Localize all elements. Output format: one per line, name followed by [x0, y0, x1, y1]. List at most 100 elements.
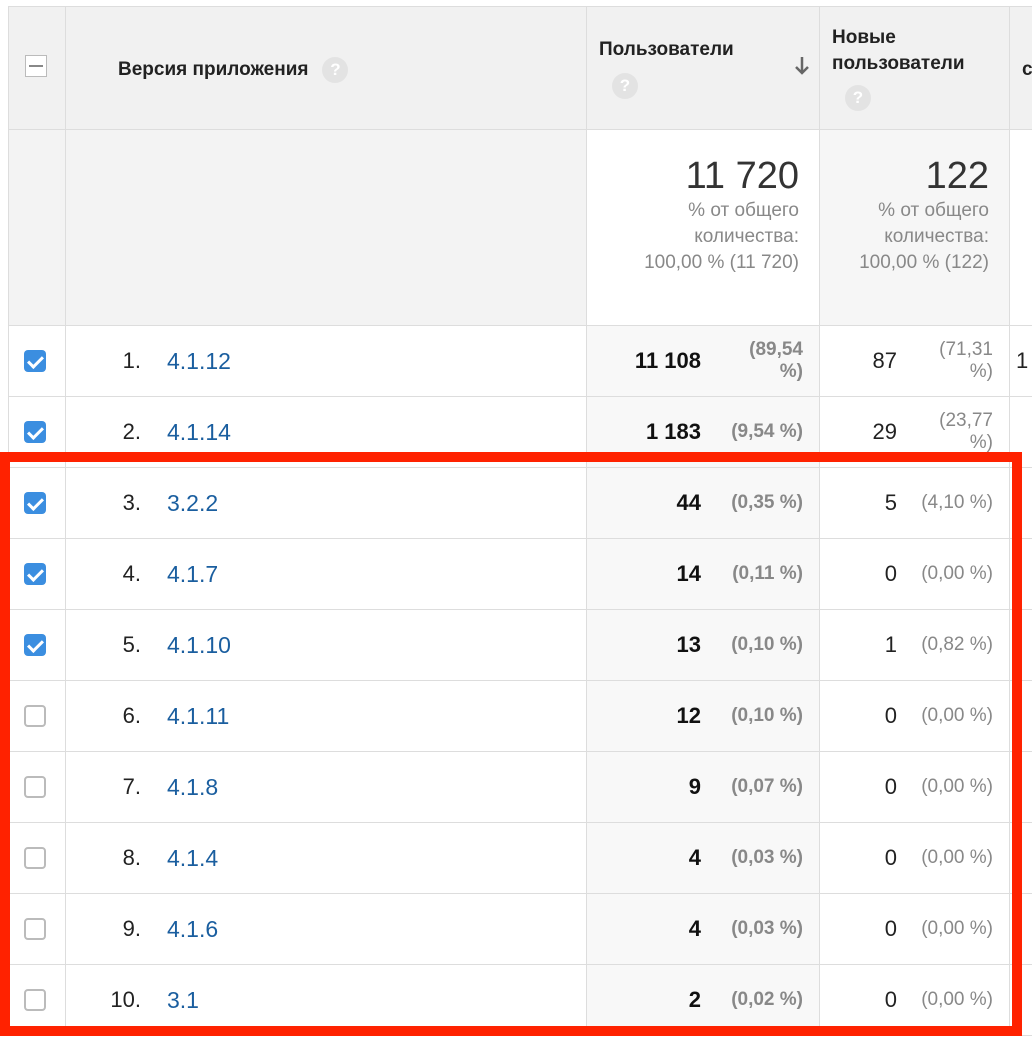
help-icon[interactable] [845, 85, 871, 111]
app-version-link[interactable]: 4.1.7 [167, 561, 218, 588]
row-checkbox[interactable] [24, 989, 46, 1011]
row-checkbox[interactable] [24, 847, 46, 869]
row-rank: 10. [110, 987, 141, 1012]
table-row: 2. 4.1.14 1 183 (9,54 %) 29 (23,77 %) [8, 397, 1032, 468]
new-users-value: 0 [884, 561, 897, 586]
users-percent: (0,07 %) [731, 776, 803, 797]
new-users-percent: (0,00 %) [921, 989, 993, 1010]
totals-row: 11 720 % от общего количества: 100,00 % … [8, 130, 1032, 326]
help-icon[interactable] [612, 73, 638, 99]
users-header[interactable]: Пользователи [587, 7, 820, 129]
table-row: 8. 4.1.4 4 (0,03 %) 0 (0,00 %) [8, 823, 1032, 894]
users-percent: (89,54 %) [749, 339, 803, 382]
new-users-percent: (71,31 %) [939, 339, 993, 382]
row-rank: 5. [122, 632, 141, 657]
users-percent: (0,10 %) [731, 705, 803, 726]
users-value: 2 [688, 987, 701, 1012]
new-users-header-label-1: Новые [832, 27, 896, 48]
new-users-value: 0 [884, 845, 897, 870]
report-table: Версия приложения Пользователи Новые пол… [8, 6, 1032, 1036]
table-row: 3. 3.2.2 44 (0,35 %) 5 (4,10 %) [8, 468, 1032, 539]
new-users-value: 0 [884, 916, 897, 941]
app-version-link[interactable]: 4.1.8 [167, 774, 218, 801]
minus-icon [29, 65, 43, 67]
users-value: 12 [676, 703, 701, 728]
row-checkbox[interactable] [24, 705, 46, 727]
arrow-down-icon[interactable] [793, 55, 811, 77]
new-users-percent: (0,00 %) [921, 918, 993, 939]
users-percent: (0,02 %) [731, 989, 803, 1010]
table-body: 1. 4.1.12 11 108 (89,54 %) 87 (71,31 %) 1 2. 4.1… [8, 326, 1032, 1036]
dimension-header[interactable]: Версия приложения [66, 7, 587, 129]
dimension-header-label: Версия приложения [118, 59, 309, 80]
app-version-link[interactable]: 3.1 [167, 987, 199, 1014]
table-header: Версия приложения Пользователи Новые пол… [8, 7, 1032, 130]
cut-off-header: с [1010, 7, 1032, 129]
new-users-percent: (0,00 %) [921, 776, 993, 797]
new-users-total-sub: 100,00 % (122) [859, 252, 989, 273]
users-total-sub: количества: [694, 226, 799, 247]
users-value: 9 [688, 774, 701, 799]
row-checkbox[interactable] [24, 492, 46, 514]
app-version-link[interactable]: 4.1.11 [167, 703, 229, 730]
users-percent: (0,10 %) [731, 634, 803, 655]
app-version-link[interactable]: 3.2.2 [167, 490, 218, 517]
users-value: 44 [676, 490, 701, 515]
new-users-percent: (0,82 %) [921, 634, 993, 655]
app-version-link[interactable]: 4.1.4 [167, 845, 218, 872]
new-users-header[interactable]: Новые пользователи [820, 7, 1010, 129]
row-rank: 4. [122, 561, 141, 586]
row-checkbox[interactable] [24, 563, 46, 585]
row-checkbox[interactable] [24, 918, 46, 940]
users-percent: (0,35 %) [731, 492, 803, 513]
new-users-percent: (4,10 %) [921, 492, 993, 513]
cut-off-value: 1 [1016, 348, 1029, 373]
table-row: 6. 4.1.11 12 (0,10 %) 0 (0,00 %) [8, 681, 1032, 752]
new-users-value: 5 [884, 490, 897, 515]
users-value: 13 [676, 632, 701, 657]
new-users-value: 0 [884, 703, 897, 728]
new-users-percent: (0,00 %) [921, 847, 993, 868]
row-checkbox[interactable] [24, 776, 46, 798]
app-version-link[interactable]: 4.1.10 [167, 632, 231, 659]
new-users-total: 122 [925, 155, 989, 197]
row-checkbox[interactable] [24, 634, 46, 656]
row-checkbox[interactable] [24, 421, 46, 443]
users-total-sub: 100,00 % (11 720) [644, 252, 799, 273]
users-percent: (9,54 %) [731, 421, 803, 442]
users-percent: (0,11 %) [732, 563, 803, 584]
new-users-total-sub: % от общего [878, 200, 989, 221]
new-users-percent: (0,00 %) [921, 705, 993, 726]
users-total: 11 720 [685, 155, 799, 197]
new-users-value: 0 [884, 774, 897, 799]
cut-off-header-label: с [1022, 59, 1032, 80]
users-total-sub: % от общего [688, 200, 799, 221]
new-users-percent: (23,77 %) [939, 410, 993, 453]
users-header-label: Пользователи [599, 39, 734, 60]
select-all-checkbox[interactable] [25, 55, 47, 77]
app-version-link[interactable]: 4.1.6 [167, 916, 218, 943]
row-rank: 9. [122, 916, 141, 941]
help-icon[interactable] [322, 57, 349, 83]
users-percent: (0,03 %) [731, 847, 803, 868]
users-value: 14 [676, 561, 701, 586]
new-users-total-sub: количества: [884, 226, 989, 247]
new-users-total-cell: 122 % от общего количества: 100,00 % (12… [820, 130, 1010, 325]
app-version-link[interactable]: 4.1.12 [167, 348, 231, 375]
users-value: 4 [688, 845, 701, 870]
users-value: 11 108 [634, 348, 701, 373]
row-rank: 6. [122, 703, 141, 728]
new-users-value: 87 [872, 348, 897, 373]
table-row: 1. 4.1.12 11 108 (89,54 %) 87 (71,31 %) 1 [8, 326, 1032, 397]
select-all-cell [8, 7, 66, 129]
row-rank: 1. [122, 348, 141, 373]
row-checkbox[interactable] [24, 350, 46, 372]
row-rank: 7. [122, 774, 141, 799]
new-users-percent: (0,00 %) [921, 563, 993, 584]
row-rank: 8. [122, 845, 141, 870]
row-rank: 3. [122, 490, 141, 515]
table-row: 7. 4.1.8 9 (0,07 %) 0 (0,00 %) [8, 752, 1032, 823]
app-version-link[interactable]: 4.1.14 [167, 419, 231, 446]
users-value: 1 183 [645, 419, 701, 444]
new-users-value: 1 [884, 632, 897, 657]
